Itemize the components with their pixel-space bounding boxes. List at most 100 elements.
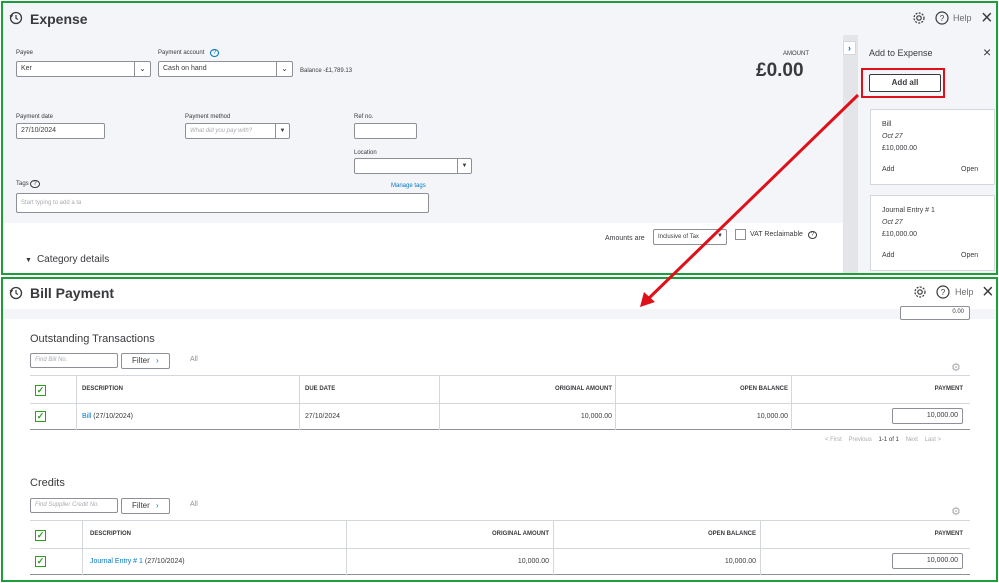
- open-balance-cell: 10,000.00: [724, 558, 756, 565]
- original-amount-cell: 10,000.00: [517, 558, 549, 565]
- pagination-range: 1-1 of 1: [878, 437, 899, 443]
- payment-method-placeholder: What did you pay with?: [190, 128, 253, 134]
- amount-label: AMOUNT: [783, 51, 809, 57]
- card-amount: £10,000.00: [882, 145, 918, 152]
- info-icon[interactable]: ?: [807, 231, 818, 239]
- card-amount: £10,000.00: [882, 231, 918, 238]
- card-open-link[interactable]: Open: [961, 166, 978, 173]
- filter-button[interactable]: Filter ›: [121, 498, 170, 514]
- caret-down-icon: ▼: [717, 233, 723, 239]
- credits-title: Credits: [30, 477, 65, 489]
- card-add-link[interactable]: Add: [882, 166, 894, 173]
- credits-table: ✓ DESCRIPTION ORIGINAL AMOUNT OPEN BALAN…: [30, 520, 970, 575]
- svg-text:?: ?: [940, 14, 945, 23]
- payment-method-select[interactable]: What did you pay with? ▼: [185, 123, 290, 139]
- col-description[interactable]: DESCRIPTION: [90, 531, 131, 537]
- outstanding-table: ✓ DESCRIPTION DUE DATE ORIGINAL AMOUNT O…: [30, 375, 970, 430]
- page-title: Expense: [30, 11, 88, 27]
- ref-field[interactable]: [354, 123, 417, 139]
- close-icon[interactable]: ×: [981, 8, 993, 28]
- location-label: Location: [354, 150, 377, 156]
- col-payment[interactable]: PAYMENT: [935, 531, 963, 537]
- chevron-down-icon[interactable]: ⌄: [134, 62, 150, 76]
- col-original-amount[interactable]: ORIGINAL AMOUNT: [555, 386, 612, 392]
- payment-method-label: Payment method: [185, 114, 231, 120]
- bill-search-input[interactable]: Find Bill No.: [30, 353, 118, 368]
- payment-account-select[interactable]: Cash on hand ⌄: [158, 61, 293, 77]
- expense-header: Expense ? Help ×: [3, 3, 996, 35]
- category-details-toggle[interactable]: ▼ Category details: [25, 254, 109, 265]
- pagination-previous[interactable]: Previous: [849, 437, 872, 443]
- payment-input[interactable]: 10,000.00: [892, 553, 963, 569]
- amounts-are-label: Amounts are: [605, 235, 645, 242]
- vat-checkbox[interactable]: [735, 229, 746, 240]
- payment-account-value: Cash on hand: [163, 65, 207, 72]
- help-icon[interactable]: ?: [935, 11, 949, 25]
- card-date: Oct 27: [882, 219, 903, 226]
- payee-label: Payee: [16, 50, 34, 56]
- add-all-button[interactable]: Add all: [869, 74, 941, 92]
- col-open-balance[interactable]: OPEN BALANCE: [708, 531, 756, 537]
- amounts-are-select[interactable]: Inclusive of Tax ▼: [653, 229, 727, 245]
- svg-text:?: ?: [941, 288, 946, 297]
- drawer-title: Add to Expense: [869, 48, 933, 58]
- drawer-toggle[interactable]: ›: [843, 41, 856, 55]
- help-label[interactable]: Help: [953, 13, 972, 23]
- expense-panel: Expense ? Help × Payee Ker ⌄ Payment acco…: [1, 1, 998, 275]
- journal-entry-link[interactable]: Journal Entry # 1: [90, 558, 143, 565]
- drawer-close-icon[interactable]: ×: [983, 44, 991, 60]
- col-open-balance[interactable]: OPEN BALANCE: [740, 386, 788, 392]
- bill-payment-header: Bill Payment ? Help ×: [3, 279, 996, 309]
- row-checkbox[interactable]: ✓: [35, 411, 46, 422]
- select-all-checkbox[interactable]: ✓: [35, 530, 46, 541]
- bill-card: Bill Oct 27 £10,000.00 Add Open: [870, 109, 995, 185]
- caret-down-icon[interactable]: ▼: [275, 124, 289, 138]
- payment-input[interactable]: 10,000.00: [892, 408, 963, 424]
- info-icon[interactable]: ?: [210, 49, 220, 57]
- payment-date-label: Payment date: [16, 114, 54, 120]
- help-icon[interactable]: ?: [936, 285, 950, 299]
- card-open-link[interactable]: Open: [961, 252, 978, 259]
- info-icon[interactable]: ?: [30, 180, 40, 188]
- ref-label: Ref no.: [354, 114, 374, 120]
- help-label[interactable]: Help: [955, 287, 974, 297]
- tags-input[interactable]: Start typing to add a ta: [16, 193, 429, 213]
- card-date: Oct 27: [882, 133, 903, 140]
- close-icon[interactable]: ×: [982, 282, 994, 302]
- col-due-date[interactable]: DUE DATE: [305, 386, 335, 392]
- history-icon[interactable]: [9, 11, 23, 25]
- manage-tags-link[interactable]: Manage tags: [391, 183, 426, 189]
- gear-icon[interactable]: ⚙: [951, 505, 961, 518]
- caret-down-icon: ▼: [25, 257, 32, 264]
- outstanding-title: Outstanding Transactions: [30, 333, 155, 345]
- table-row-description: Journal Entry # 1 (27/10/2024): [90, 558, 185, 565]
- payee-select[interactable]: Ker ⌄: [16, 61, 151, 77]
- balance-text: Balance -£1,789.13: [300, 68, 353, 74]
- card-add-link[interactable]: Add: [882, 252, 894, 259]
- pagination-last[interactable]: Last >: [925, 437, 942, 443]
- gear-icon[interactable]: [912, 11, 926, 25]
- payment-date-field[interactable]: 27/10/2024: [16, 123, 105, 139]
- filter-button[interactable]: Filter ›: [121, 353, 170, 369]
- col-description[interactable]: DESCRIPTION: [82, 386, 123, 392]
- supplier-credit-search-input[interactable]: Find Supplier Credit No.: [30, 498, 118, 513]
- gear-icon[interactable]: [913, 285, 927, 299]
- history-icon[interactable]: [9, 286, 23, 300]
- gear-icon[interactable]: ⚙: [951, 361, 961, 374]
- col-original-amount[interactable]: ORIGINAL AMOUNT: [492, 531, 549, 537]
- row-checkbox[interactable]: ✓: [35, 556, 46, 567]
- payee-value: Ker: [21, 65, 32, 72]
- tags-label: Tags ?: [16, 180, 40, 188]
- select-all-checkbox[interactable]: ✓: [35, 385, 46, 396]
- chevron-right-icon: ›: [156, 356, 159, 365]
- drawer-rail: [843, 35, 858, 273]
- caret-down-icon[interactable]: ▼: [457, 159, 471, 173]
- pagination-next[interactable]: Next: [906, 437, 918, 443]
- header-shadow: [3, 309, 996, 319]
- chevron-down-icon[interactable]: ⌄: [276, 62, 292, 76]
- location-select[interactable]: ▼: [354, 158, 472, 174]
- bill-link[interactable]: Bill: [82, 413, 91, 420]
- pagination-first[interactable]: < First: [825, 437, 842, 443]
- col-payment[interactable]: PAYMENT: [935, 386, 963, 392]
- amount-paid-field[interactable]: 0.00: [900, 306, 970, 320]
